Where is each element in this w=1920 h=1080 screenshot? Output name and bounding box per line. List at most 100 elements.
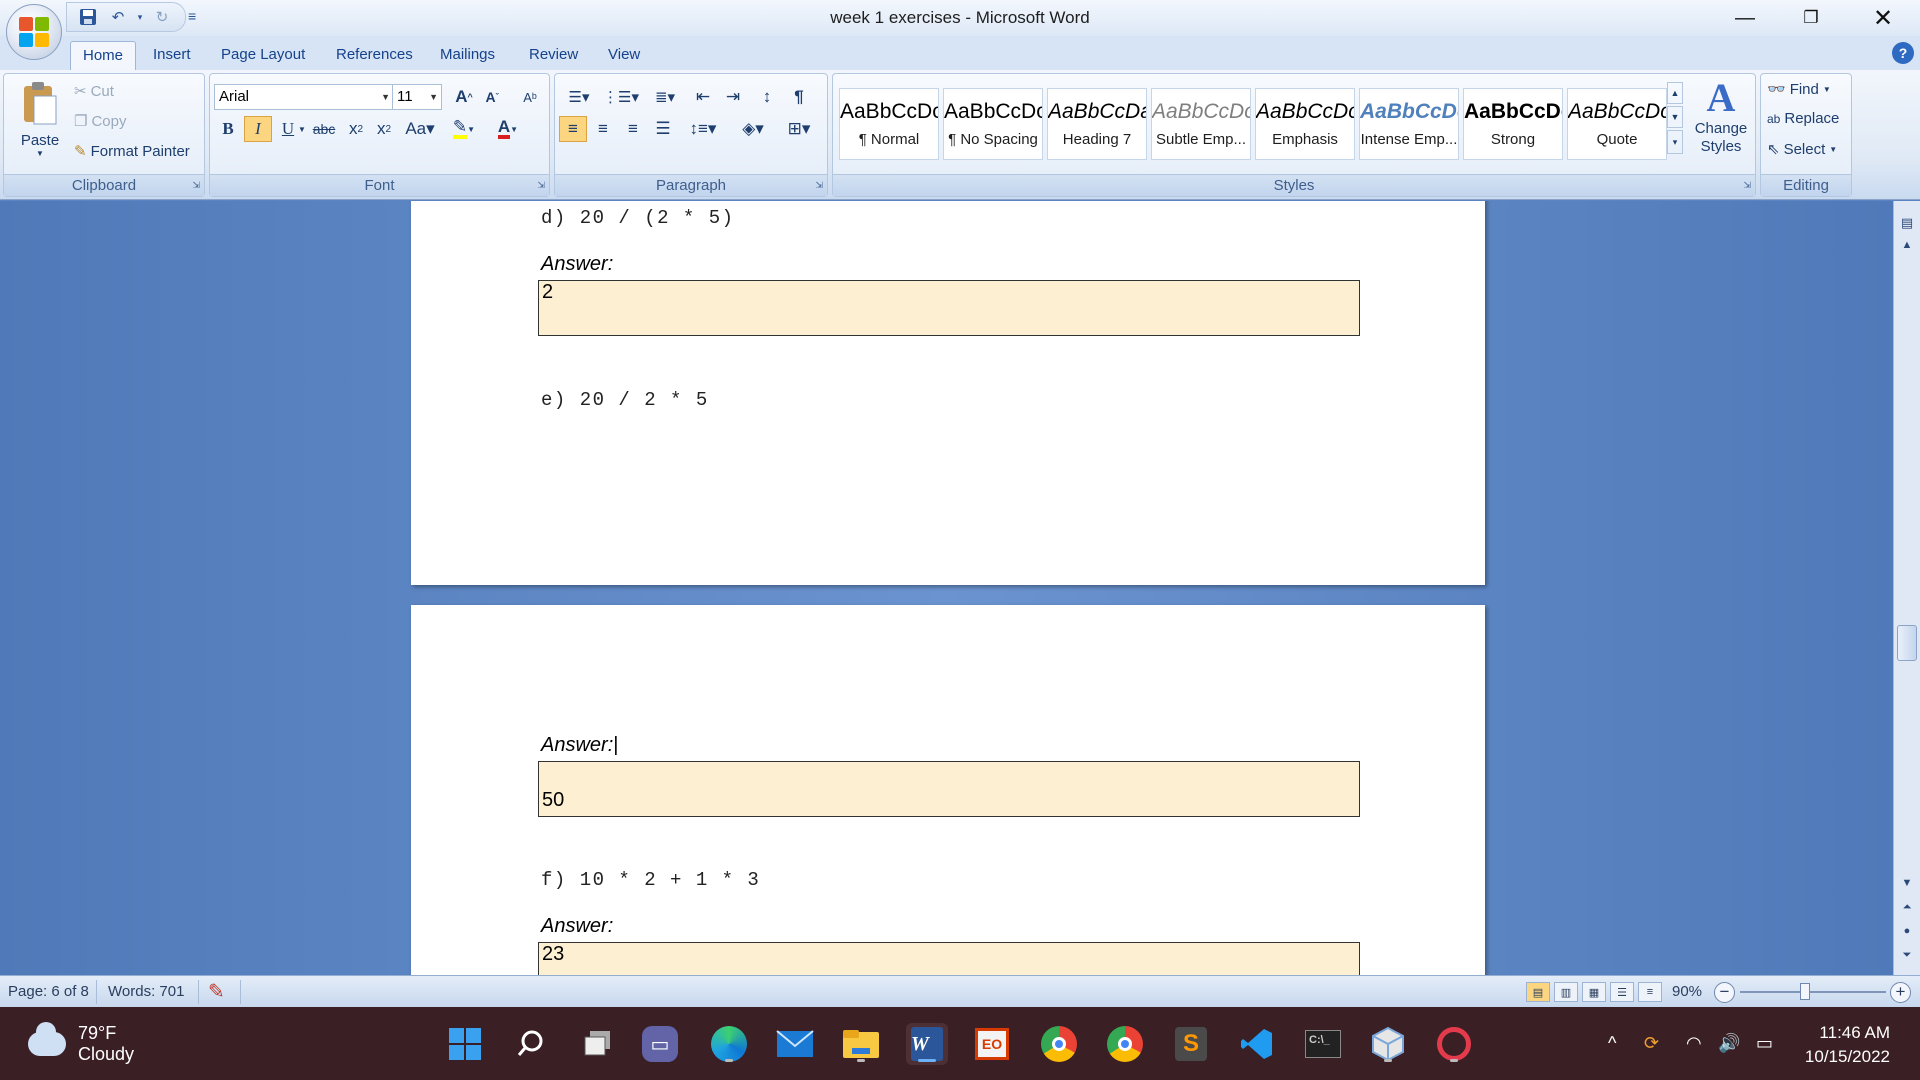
subscript-button[interactable]: x2 (342, 116, 370, 142)
multilevel-list-button[interactable]: ≣▾ (645, 84, 685, 110)
clear-formatting-icon[interactable]: Aᵇ (516, 84, 544, 110)
document-page[interactable]: Answer:| 50 f) 10 * 2 + 1 * 3 Answer: 23 (411, 605, 1485, 975)
full-screen-reading-icon[interactable]: ▥ (1554, 982, 1578, 1002)
word-count[interactable]: Words: 701 (108, 983, 184, 1000)
circular-app-icon[interactable] (1433, 1023, 1475, 1065)
answer-box-e[interactable]: 50 (538, 761, 1360, 817)
virtualbox-icon[interactable] (1367, 1023, 1409, 1065)
sublime-text-icon[interactable]: S (1170, 1023, 1212, 1065)
draft-icon[interactable]: ≡ (1638, 982, 1662, 1002)
font-launcher-icon[interactable]: ⇲ (537, 180, 545, 191)
redo-icon[interactable]: ↻ (149, 5, 175, 29)
line-spacing-button[interactable]: ↕≡▾ (683, 116, 723, 142)
chrome-profile-icon[interactable] (1104, 1023, 1146, 1065)
answer-box-f[interactable]: 23 (538, 942, 1360, 975)
scroll-thumb[interactable] (1897, 625, 1917, 661)
outline-icon[interactable]: ☰ (1610, 982, 1634, 1002)
style-quote[interactable]: AaBbCcDc Quote (1567, 88, 1667, 160)
zoom-out-icon[interactable]: − (1714, 982, 1735, 1003)
font-name-combo[interactable]: Arial ▼ (214, 84, 394, 110)
volume-icon[interactable]: 🔊 (1718, 1033, 1740, 1054)
grow-font-icon[interactable]: A ^ (450, 84, 478, 110)
minimize-button[interactable]: — (1716, 0, 1774, 36)
clipboard-launcher-icon[interactable]: ⇲ (192, 180, 200, 191)
superscript-button[interactable]: x2 (370, 116, 398, 142)
shrink-font-icon[interactable]: Aˇ (478, 84, 506, 110)
shading-button[interactable]: ◈▾ (733, 116, 773, 142)
zoom-in-icon[interactable]: + (1890, 982, 1911, 1003)
teams-chat-icon[interactable]: ▭ (642, 1026, 678, 1062)
print-layout-icon[interactable]: ▤ (1526, 982, 1550, 1002)
search-icon[interactable] (510, 1023, 552, 1065)
restore-button[interactable]: ❐ (1782, 0, 1840, 36)
change-case-button[interactable]: Aa▾ (402, 116, 438, 142)
sort-icon[interactable]: ↕ (753, 84, 781, 110)
zoom-level[interactable]: 90% (1672, 983, 1702, 1000)
styles-launcher-icon[interactable]: ⇲ (1743, 180, 1751, 191)
select-button[interactable]: ⇖ Select ▼ (1767, 140, 1837, 159)
mail-icon[interactable] (774, 1023, 816, 1065)
office-button[interactable] (6, 4, 62, 60)
font-color-button[interactable]: A ▼ (490, 116, 526, 142)
tab-home[interactable]: Home (70, 41, 137, 70)
cut-button[interactable]: ✂ Cut (74, 82, 114, 101)
numbering-button[interactable]: ⋮☰▾ (601, 84, 641, 110)
tab-references[interactable]: References (324, 41, 425, 70)
document-page[interactable]: d) 20 / (2 * 5) Answer: 2 e) 20 / 2 * 5 (411, 201, 1485, 585)
style-heading[interactable]: AaBbCcDa Heading 7 (1047, 88, 1147, 160)
document-area[interactable]: d) 20 / (2 * 5) Answer: 2 e) 20 / 2 * 5 … (0, 201, 1893, 975)
scroll-down-icon[interactable]: ▼ (1894, 877, 1920, 889)
ruler-toggle-icon[interactable]: ▤ (1894, 215, 1920, 231)
scroll-up-icon[interactable]: ▲ (1894, 239, 1920, 251)
web-layout-icon[interactable]: ▦ (1582, 982, 1606, 1002)
find-button[interactable]: 👓 Find ▼ (1767, 80, 1831, 99)
next-page-icon[interactable]: ⏷ (1894, 949, 1920, 962)
tab-insert[interactable]: Insert (141, 41, 203, 70)
sync-icon[interactable]: ⟳ (1644, 1033, 1659, 1054)
format-painter-button[interactable]: ✎ Format Painter (74, 142, 190, 161)
align-left-button[interactable]: ≡ (559, 116, 587, 142)
zoom-slider[interactable] (1740, 991, 1886, 993)
battery-icon[interactable]: ▭ (1756, 1033, 1773, 1054)
file-explorer-icon[interactable] (840, 1023, 882, 1065)
strikethrough-button[interactable]: abc (310, 116, 338, 142)
show-hidden-icons-icon[interactable]: ^ (1608, 1033, 1616, 1054)
decrease-indent-icon[interactable]: ⇤ (689, 84, 717, 110)
align-right-button[interactable]: ≡ (619, 116, 647, 142)
terminal-icon[interactable]: C:\_ (1302, 1023, 1344, 1065)
bullets-button[interactable]: ☰▾ (559, 84, 599, 110)
zoom-slider-thumb[interactable] (1800, 983, 1810, 1000)
align-center-button[interactable]: ≡ (589, 116, 617, 142)
gallery-down-icon[interactable]: ▼ (1667, 106, 1683, 128)
underline-dropdown-icon[interactable]: ▼ (296, 116, 308, 142)
font-size-combo[interactable]: 11 ▼ (392, 84, 442, 110)
previous-page-icon[interactable]: ⏶ (1894, 901, 1920, 914)
proofing-icon[interactable]: ✎ (208, 979, 225, 1004)
tab-page-layout[interactable]: Page Layout (209, 41, 317, 70)
answer-box-d[interactable]: 2 (538, 280, 1360, 336)
italic-button[interactable]: I (244, 116, 272, 142)
borders-button[interactable]: ⊞▾ (779, 116, 819, 142)
undo-icon[interactable]: ↶ (105, 5, 131, 29)
paste-dropdown-icon[interactable]: ▼ (10, 149, 70, 158)
justify-button[interactable]: ☰ (649, 116, 677, 142)
style-intense-emp[interactable]: AaBbCcDc Intense Emp... (1359, 88, 1459, 160)
gallery-up-icon[interactable]: ▲ (1667, 82, 1683, 104)
change-styles-button[interactable]: A Change Styles (1691, 76, 1751, 156)
tab-view[interactable]: View (596, 41, 652, 70)
gallery-more-icon[interactable]: ▾ (1667, 130, 1683, 154)
close-button[interactable]: ✕ (1854, 0, 1912, 36)
tab-mailings[interactable]: Mailings (428, 41, 507, 70)
wifi-icon[interactable]: ◠ (1686, 1033, 1702, 1054)
copy-button[interactable]: ❐ Copy (74, 112, 126, 131)
increase-indent-icon[interactable]: ⇥ (719, 84, 747, 110)
replace-button[interactable]: ab Replace (1767, 110, 1839, 127)
highlight-color-button[interactable]: ✎ ▼ (446, 116, 482, 142)
weather-widget[interactable]: 79°F Cloudy (28, 1022, 134, 1065)
style-subtle-emp[interactable]: AaBbCcDc Subtle Emp... (1151, 88, 1251, 160)
style-no-spacing[interactable]: AaBbCcDc ¶ No Spacing (943, 88, 1043, 160)
style-strong[interactable]: AaBbCcDc Strong (1463, 88, 1563, 160)
word-icon[interactable]: W (906, 1023, 948, 1065)
vertical-scrollbar[interactable]: ▤ ▲ ▼ ⏶ ● ⏷ (1893, 201, 1920, 975)
chrome-icon[interactable] (1038, 1023, 1080, 1065)
